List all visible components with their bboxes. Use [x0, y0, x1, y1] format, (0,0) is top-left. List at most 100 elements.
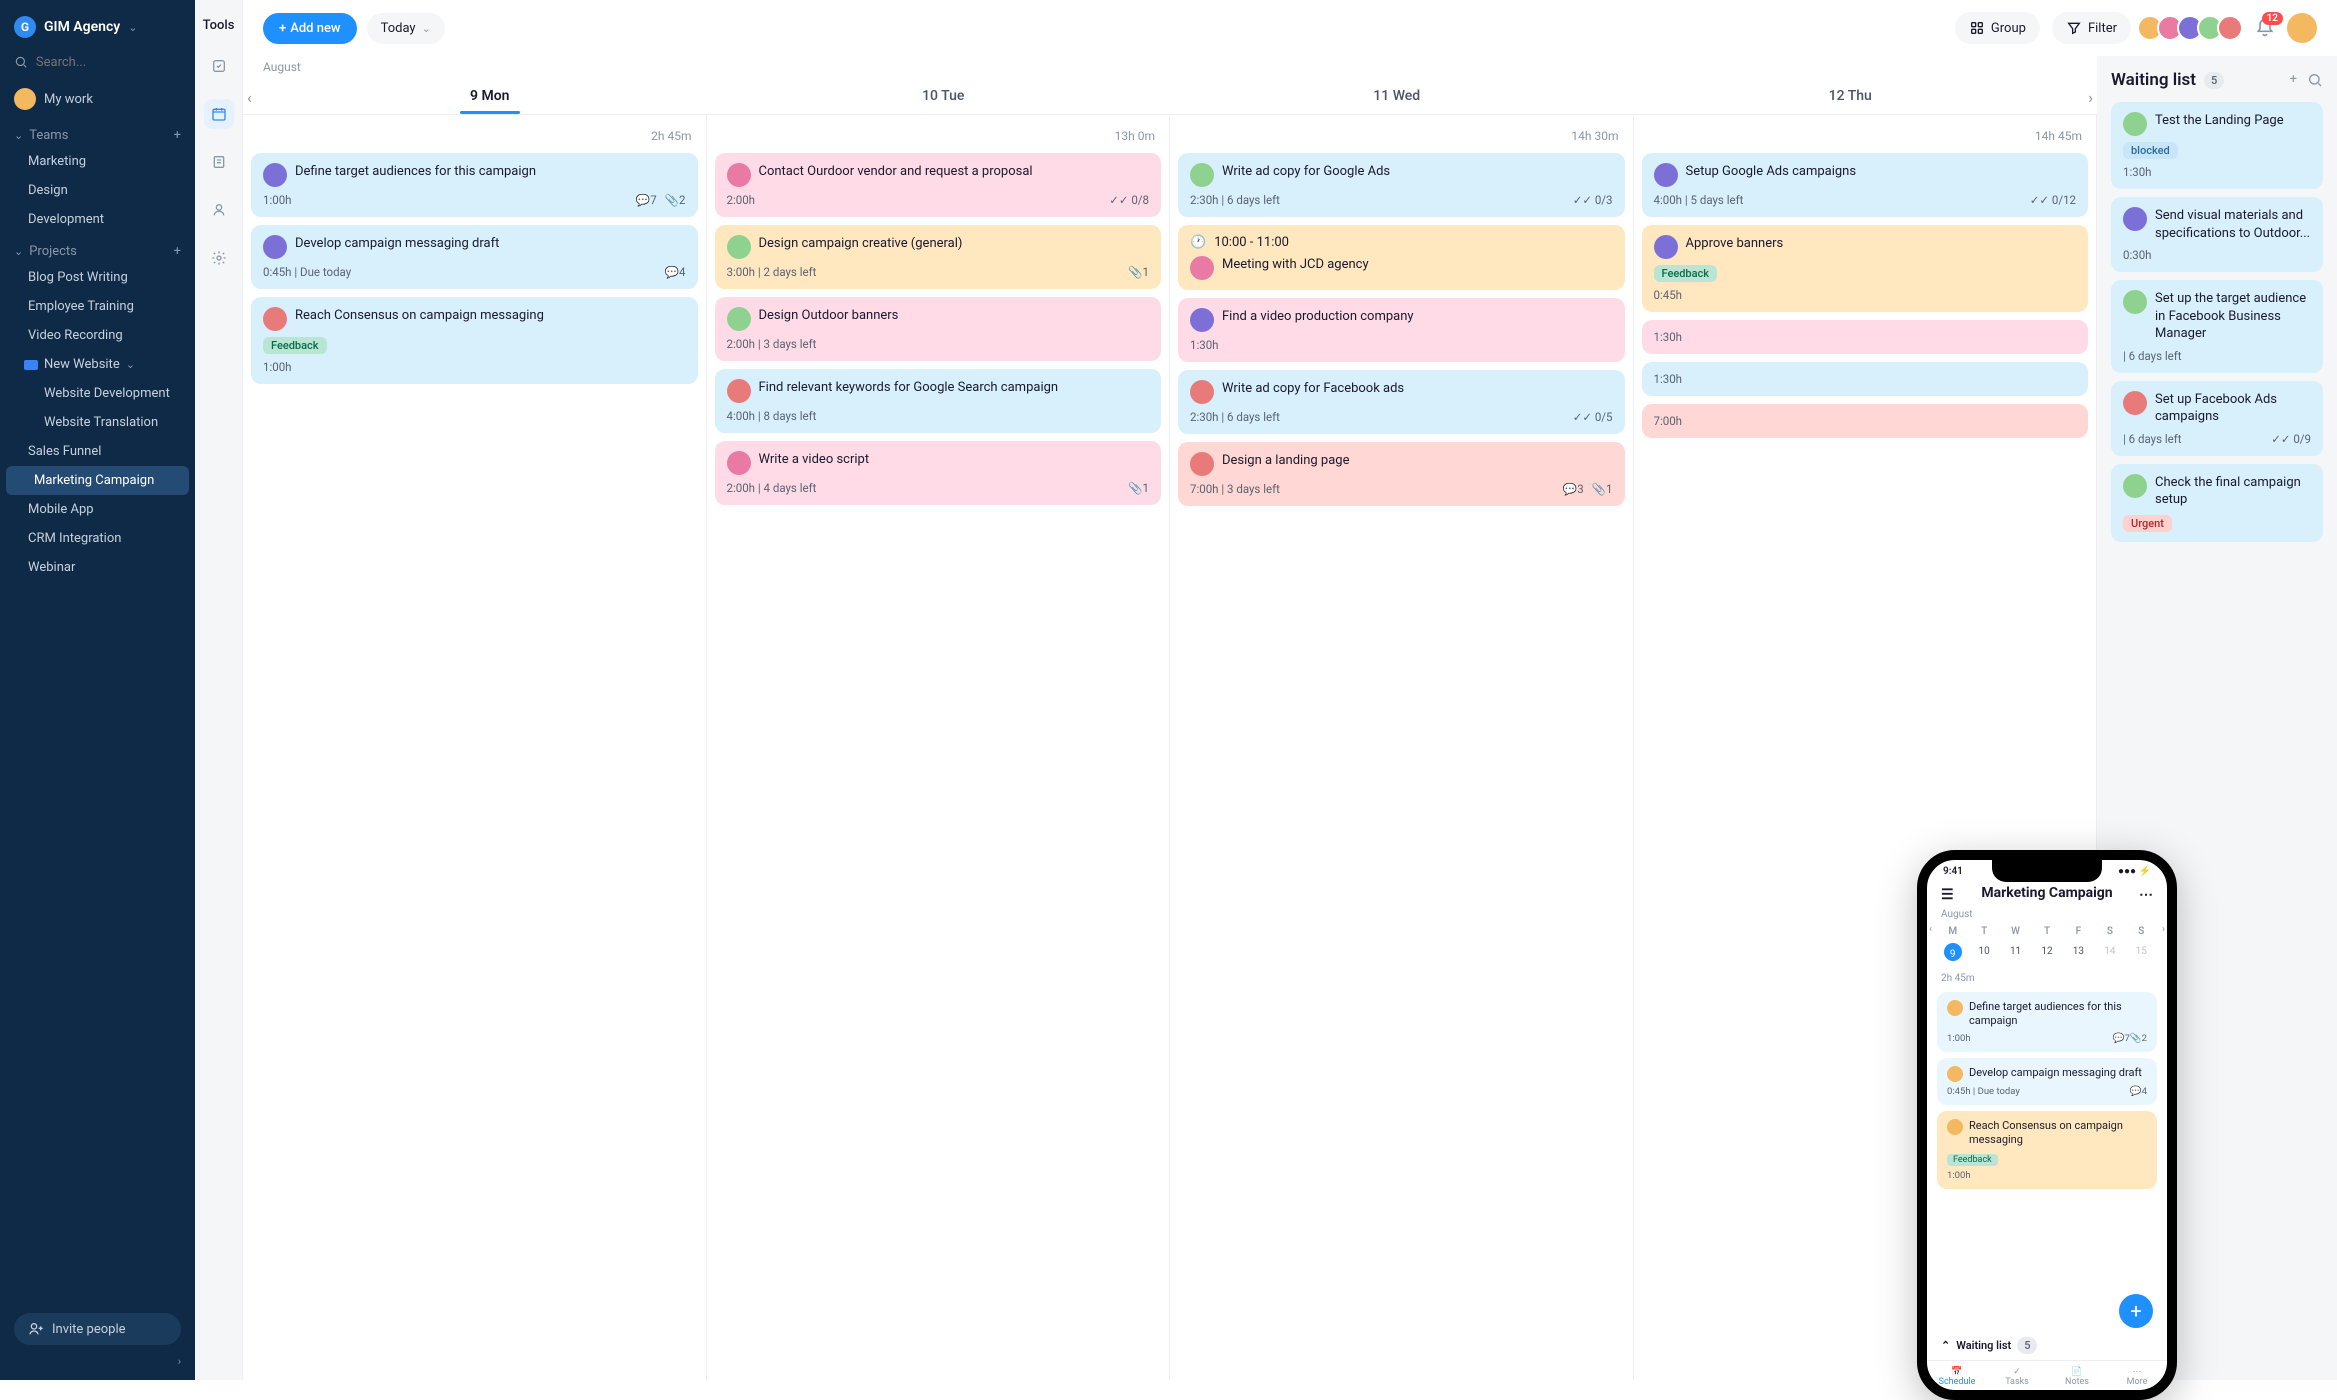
- project-item[interactable]: Website Translation: [0, 408, 195, 437]
- task-card[interactable]: Write a video script2:00h | 4 days left📎…: [715, 441, 1162, 505]
- team-item[interactable]: Design: [0, 176, 195, 205]
- task-card[interactable]: Contact Ourdoor vendor and request a pro…: [715, 153, 1162, 217]
- phone-tab-tasks[interactable]: ✓Tasks: [1987, 1367, 2047, 1387]
- project-item[interactable]: Website Development: [0, 379, 195, 408]
- user-avatar[interactable]: [2287, 13, 2317, 43]
- phone-date[interactable]: 13: [2063, 943, 2094, 961]
- card-meta-left: 1:00h: [263, 360, 292, 374]
- phone-date[interactable]: 12: [2031, 943, 2062, 961]
- task-card[interactable]: Write ad copy for Google Ads2:30h | 6 da…: [1178, 153, 1625, 217]
- task-card[interactable]: Write ad copy for Facebook ads2:30h | 6 …: [1178, 370, 1625, 434]
- phone-date[interactable]: 14: [2094, 943, 2125, 961]
- prev-week-button[interactable]: ‹: [247, 88, 252, 107]
- project-item[interactable]: Video Recording: [0, 321, 195, 350]
- settings-icon[interactable]: [204, 243, 234, 273]
- plus-icon[interactable]: +: [174, 128, 181, 143]
- task-card[interactable]: Design campaign creative (general)3:00h …: [715, 225, 1162, 289]
- team-item[interactable]: Development: [0, 205, 195, 234]
- task-card[interactable]: Set up the target audience in Facebook B…: [2111, 280, 2323, 373]
- clock-icon: 🕐: [1190, 235, 1206, 250]
- project-folder[interactable]: New Website ⌄: [0, 350, 195, 379]
- more-icon[interactable]: ⋯: [2139, 887, 2153, 903]
- collapse-button[interactable]: ›: [0, 1355, 195, 1368]
- project-item[interactable]: Webinar: [0, 553, 195, 582]
- calendar-icon[interactable]: [204, 99, 234, 129]
- phone-date[interactable]: 10: [1968, 943, 1999, 961]
- people-icon[interactable]: [204, 195, 234, 225]
- task-card[interactable]: Approve bannersFeedback0:45h: [1642, 225, 2089, 312]
- day-header[interactable]: 9 Mon: [263, 78, 717, 114]
- attachment-icon: 📎1: [1128, 481, 1149, 495]
- filter-button[interactable]: Filter: [2052, 12, 2131, 44]
- task-card[interactable]: Develop campaign messaging draft0:45h | …: [251, 225, 698, 289]
- task-card[interactable]: 7:00h: [1642, 404, 2089, 438]
- task-card[interactable]: Find relevant keywords for Google Search…: [715, 369, 1162, 433]
- tasks-icon[interactable]: [204, 51, 234, 81]
- phone-tab-notes[interactable]: 📄Notes: [2047, 1367, 2107, 1387]
- group-button[interactable]: Group: [1955, 12, 2040, 44]
- phone-date[interactable]: 9: [1944, 943, 1962, 961]
- chevron-left-icon[interactable]: ‹: [1929, 924, 1932, 935]
- task-card[interactable]: Design Outdoor banners2:00h | 3 days lef…: [715, 297, 1162, 361]
- comment-icon: 💬7: [636, 193, 657, 207]
- task-card[interactable]: Setup Google Ads campaigns4:00h | 5 days…: [1642, 153, 2089, 217]
- task-card[interactable]: Find a video production company1:30h: [1178, 298, 1625, 362]
- card-title: Set up the target audience in Facebook B…: [2155, 290, 2311, 343]
- day-header[interactable]: 12 Thu: [1624, 78, 2078, 114]
- assignee-avatar: [727, 379, 751, 403]
- phone-task-card[interactable]: Develop campaign messaging draft 0:45h |…: [1937, 1058, 2157, 1105]
- task-card[interactable]: Send visual materials and specifications…: [2111, 197, 2323, 272]
- assignee-avatar: [1947, 1119, 1963, 1135]
- chevron-right-icon[interactable]: ›: [2162, 924, 2165, 935]
- search-input[interactable]: [36, 55, 181, 70]
- task-card[interactable]: Define target audiences for this campaig…: [251, 153, 698, 217]
- project-item[interactable]: Employee Training: [0, 292, 195, 321]
- card-title: Approve banners: [1686, 235, 1784, 253]
- task-card[interactable]: 1:30h: [1642, 362, 2089, 396]
- phone-add-button[interactable]: +: [2119, 1294, 2153, 1328]
- project-item[interactable]: Sales Funnel: [0, 437, 195, 466]
- plus-icon[interactable]: +: [2290, 72, 2297, 88]
- task-card[interactable]: Check the final campaign setupUrgent: [2111, 464, 2323, 542]
- search-input-wrap[interactable]: [14, 54, 181, 70]
- workspace-switcher[interactable]: G GIM Agency ⌄: [0, 12, 195, 50]
- phone-tab-more[interactable]: ⋯More: [2107, 1367, 2167, 1387]
- day-header[interactable]: 11 Wed: [1170, 78, 1624, 114]
- phone-date[interactable]: 11: [2000, 943, 2031, 961]
- task-card[interactable]: Reach Consensus on campaign messagingFee…: [251, 297, 698, 384]
- project-item-active[interactable]: Marketing Campaign: [6, 466, 189, 495]
- project-item[interactable]: Mobile App: [0, 495, 195, 524]
- card-title: Reach Consensus on campaign messaging: [1969, 1119, 2147, 1148]
- team-item[interactable]: Marketing: [0, 147, 195, 176]
- add-new-button[interactable]: +Add new: [263, 13, 357, 44]
- attachment-icon: 📎1: [1128, 265, 1149, 279]
- projects-header[interactable]: ⌄Projects +: [0, 234, 195, 263]
- card-title: Develop campaign messaging draft: [1969, 1066, 2142, 1082]
- card-title: Contact Ourdoor vendor and request a pro…: [759, 163, 1033, 181]
- phone-waiting-row[interactable]: ⌃ Waiting list 5: [1927, 1331, 2167, 1360]
- task-card[interactable]: 🕐10:00 - 11:00Meeting with JCD agency: [1178, 225, 1625, 290]
- task-card[interactable]: Design a landing page7:00h | 3 days left…: [1178, 442, 1625, 506]
- notes-icon[interactable]: [204, 147, 234, 177]
- task-card[interactable]: Set up Facebook Ads campaigns| 6 days le…: [2111, 381, 2323, 456]
- invite-button[interactable]: Invite people: [14, 1313, 181, 1345]
- notifications-button[interactable]: 12: [2255, 18, 2275, 38]
- next-week-button[interactable]: ›: [2088, 88, 2093, 107]
- member-avatars[interactable]: [2143, 15, 2243, 41]
- project-item[interactable]: CRM Integration: [0, 524, 195, 553]
- phone-date[interactable]: 15: [2126, 943, 2157, 961]
- task-card[interactable]: Test the Landing Pageblocked1:30h: [2111, 102, 2323, 189]
- plus-icon[interactable]: +: [174, 244, 181, 259]
- nav-my-work[interactable]: My work: [0, 80, 195, 118]
- assignee-avatar: [263, 307, 287, 331]
- task-card[interactable]: 1:30h: [1642, 320, 2089, 354]
- search-icon[interactable]: [2307, 72, 2323, 88]
- phone-task-card[interactable]: Reach Consensus on campaign messaging Fe…: [1937, 1111, 2157, 1190]
- phone-tab-schedule[interactable]: 📅Schedule: [1927, 1367, 1987, 1387]
- phone-task-card[interactable]: Define target audiences for this campaig…: [1937, 992, 2157, 1052]
- project-item[interactable]: Blog Post Writing: [0, 263, 195, 292]
- menu-icon[interactable]: ☰: [1941, 887, 1954, 903]
- day-header[interactable]: 10 Tue: [717, 78, 1171, 114]
- teams-header[interactable]: ⌄Teams +: [0, 118, 195, 147]
- today-button[interactable]: Today⌄: [367, 13, 445, 44]
